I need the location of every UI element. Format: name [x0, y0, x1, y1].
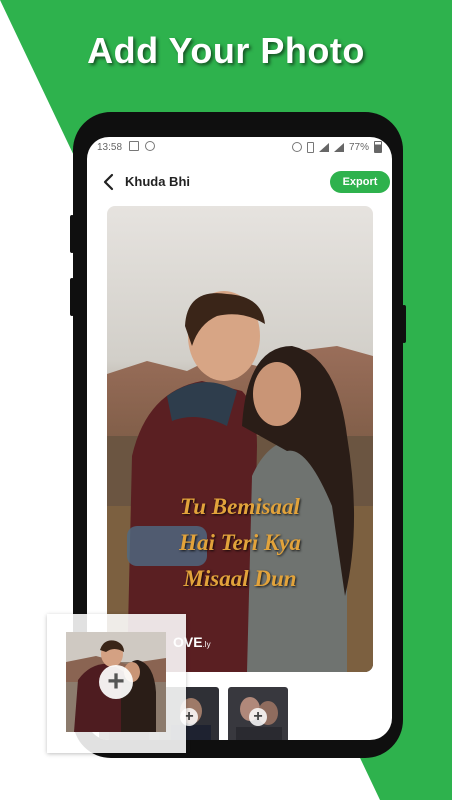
lock-notification-icon	[145, 141, 155, 151]
phone-side-button	[70, 215, 74, 253]
vibrate-icon	[306, 141, 314, 153]
battery-icon	[374, 141, 382, 153]
phone-side-button	[70, 278, 74, 316]
image-notification-icon	[129, 141, 139, 151]
phone-side-button	[402, 305, 406, 343]
signal-icon	[318, 142, 329, 152]
add-photo-plus-icon[interactable]: +	[99, 665, 133, 699]
status-time: 13:58	[97, 142, 123, 153]
app-bar: Khuda Bhi Export	[87, 167, 392, 201]
quote-line: Misaal Dun	[183, 566, 297, 591]
headline: Add Your Photo	[87, 30, 365, 71]
signal-icon	[333, 142, 344, 152]
quote-line: Hai Teri Kya	[179, 530, 301, 555]
selected-photo-card[interactable]: +	[47, 614, 186, 753]
page-title: Khuda Bhi	[125, 174, 190, 189]
alarm-icon	[291, 142, 302, 152]
watermark-suffix: .ly	[202, 640, 211, 649]
quote-overlay: Tu Bemisaal Hai Teri Kya Misaal Dun	[107, 489, 373, 597]
photo-preview[interactable]: Tu Bemisaal Hai Teri Kya Misaal Dun OVE.…	[107, 206, 373, 672]
quote-line: Tu Bemisaal	[180, 494, 300, 519]
selected-photo: +	[66, 632, 166, 732]
photo-thumbnail[interactable]: +	[228, 687, 288, 740]
back-arrow-icon[interactable]	[98, 171, 120, 193]
export-button[interactable]: Export	[330, 171, 390, 193]
plus-icon: +	[249, 708, 267, 726]
battery-percent: 77%	[348, 141, 369, 153]
status-bar: 13:58 77%	[87, 137, 392, 159]
